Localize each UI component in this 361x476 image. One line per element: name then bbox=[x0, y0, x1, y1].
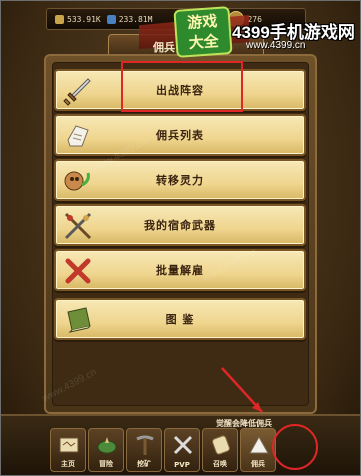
red-x-icon bbox=[65, 258, 91, 284]
coin-value: 533.91K bbox=[67, 14, 101, 24]
swords-icon bbox=[173, 435, 193, 455]
highlight-circle bbox=[272, 424, 318, 470]
crossed-weapons-icon bbox=[64, 212, 92, 240]
coin-resource: 533.91K bbox=[55, 14, 101, 24]
nav-mercenary[interactable]: 佣兵 bbox=[240, 428, 276, 472]
destiny-weapon-button[interactable]: 我的宿命武器 bbox=[54, 204, 306, 246]
page-title: 佣兵 bbox=[153, 41, 175, 54]
mercenary-list-button[interactable]: 佣兵列表 bbox=[54, 114, 306, 156]
energy-resource: 233.81M bbox=[106, 14, 153, 24]
nav-mining[interactable]: 挖矿 bbox=[126, 428, 162, 472]
sword-icon bbox=[63, 78, 91, 106]
coin-icon bbox=[55, 14, 64, 24]
pickaxe-icon bbox=[136, 435, 154, 455]
nav-home[interactable]: 主页 bbox=[50, 428, 86, 472]
game-screen: 533.91K 233.81M 276 佣兵 出战阵容 佣兵列表 转移灵力 我的… bbox=[0, 0, 361, 476]
book-icon bbox=[67, 307, 91, 333]
nav-pvp[interactable]: PVP bbox=[164, 428, 200, 472]
summon-scroll-icon bbox=[212, 435, 230, 455]
highlight-box bbox=[121, 61, 243, 112]
adventure-icon bbox=[97, 437, 117, 454]
energy-value: 233.81M bbox=[118, 14, 153, 24]
site-logo: 游戏 大全 bbox=[173, 6, 233, 58]
batch-dismiss-button[interactable]: 批量解雇 bbox=[54, 249, 306, 291]
nav-adventure[interactable]: 冒险 bbox=[88, 428, 124, 472]
scroll-icon bbox=[67, 125, 89, 147]
nav-summon[interactable]: 召唤 bbox=[202, 428, 238, 472]
map-icon bbox=[59, 437, 79, 453]
energy-icon bbox=[106, 14, 116, 24]
site-url: www.4399.cn bbox=[246, 40, 306, 51]
spirit-transfer-icon bbox=[64, 171, 90, 191]
codex-button[interactable]: 图 鉴 bbox=[54, 298, 306, 340]
mercenary-tent-icon bbox=[249, 435, 269, 454]
